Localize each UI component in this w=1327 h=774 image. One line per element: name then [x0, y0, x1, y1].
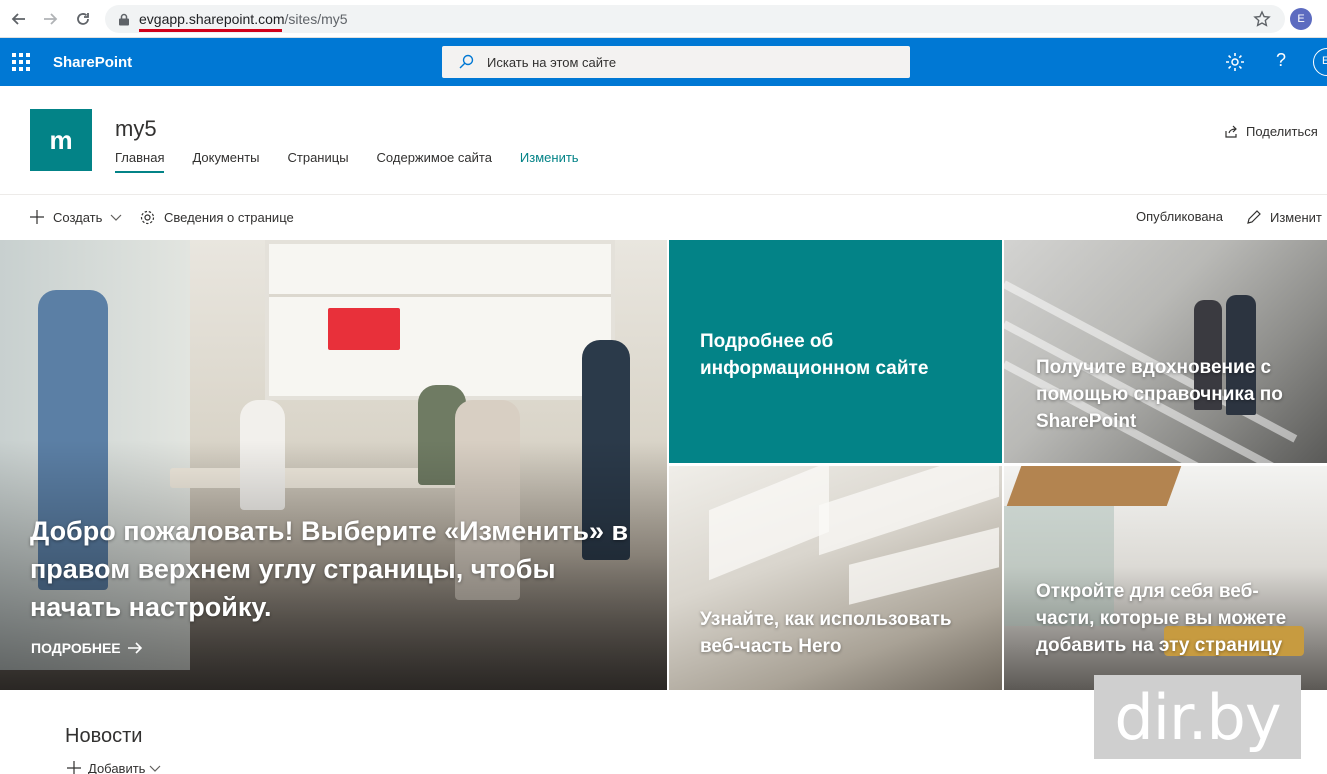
nav-item-pages[interactable]: Страницы — [288, 150, 349, 173]
news-add-button[interactable]: Добавить — [66, 760, 167, 774]
chevron-down-icon — [150, 765, 161, 772]
arrow-left-icon — [11, 13, 25, 25]
settings-gear-icon — [140, 210, 155, 225]
share-icon — [1225, 125, 1237, 138]
page-details-label: Сведения о странице — [164, 210, 294, 225]
nav-item-documents[interactable]: Документы — [192, 150, 259, 173]
hero-tile-caption: Получите вдохновение с помощью справочни… — [1036, 357, 1283, 432]
app-launcher-icon[interactable] — [12, 53, 30, 71]
bookmark-star-icon[interactable] — [1253, 10, 1271, 28]
hero-image-beam — [709, 466, 829, 581]
site-logo[interactable]: m — [30, 109, 92, 171]
command-bar: Создать Сведения о странице Опубликована… — [0, 195, 1327, 239]
pencil-icon — [1247, 210, 1261, 224]
page-details-button[interactable]: Сведения о странице — [139, 209, 294, 226]
app-name[interactable]: SharePoint — [53, 54, 132, 71]
url-path: /sites/my5 — [284, 11, 348, 27]
hero-learn-more-label: ПОДРОБНЕЕ — [31, 640, 121, 656]
hero-main-caption: Добро пожаловать! Выберите «Изменить» в … — [30, 516, 629, 622]
share-label: Поделиться — [1246, 124, 1318, 139]
nav-item-home[interactable]: Главная — [115, 150, 165, 173]
share-button[interactable]: Поделиться — [1224, 124, 1318, 139]
plus-icon — [30, 210, 44, 224]
hero-tile-inspiration[interactable]: Получите вдохновение с помощью справочни… — [1004, 240, 1327, 463]
nav-edit-link[interactable]: Изменить — [520, 150, 579, 173]
hero-learn-more-link[interactable]: ПОДРОБНЕЕ — [31, 640, 143, 656]
url-highlight-underline — [139, 29, 282, 32]
search-placeholder: Искать на этом сайте — [487, 55, 617, 70]
edit-page-button[interactable]: Изменит — [1246, 209, 1322, 225]
chevron-down-icon — [110, 214, 122, 221]
settings-gear-icon[interactable] — [1224, 51, 1246, 73]
site-navigation: Главная Документы Страницы Содержимое са… — [115, 150, 607, 173]
search-icon — [459, 54, 474, 69]
watermark-logo: dir.by — [1094, 675, 1301, 759]
hero-tile-caption: Откройте для себя веб-части, которые вы … — [1036, 581, 1287, 656]
edit-page-label: Изменит — [1270, 209, 1322, 225]
hero-image-window — [265, 240, 615, 400]
hero-image-lamp — [328, 308, 400, 350]
user-avatar[interactable]: E — [1313, 48, 1327, 76]
browser-profile-avatar[interactable]: E — [1290, 8, 1312, 30]
address-bar[interactable]: evgapp.sharepoint.com/sites/my5 — [105, 5, 1285, 33]
plus-icon — [67, 761, 81, 774]
hero-image-ceiling — [1006, 466, 1182, 506]
publish-status-label: Опубликована — [1136, 209, 1223, 224]
reload-icon — [77, 13, 89, 25]
arrow-right-icon — [44, 13, 58, 25]
nav-item-site-contents[interactable]: Содержимое сайта — [377, 150, 492, 173]
reload-button[interactable] — [73, 9, 93, 29]
suite-bar: SharePoint Искать на этом сайте ? E — [0, 38, 1327, 86]
site-title[interactable]: my5 — [115, 116, 157, 142]
hero-image-beam — [849, 527, 999, 605]
back-button[interactable] — [9, 9, 29, 29]
forward-button[interactable] — [40, 9, 60, 29]
news-add-label: Добавить — [88, 760, 146, 774]
arrow-right-icon — [127, 642, 142, 654]
hero-tile-webparts[interactable]: Откройте для себя веб-части, которые вы … — [1004, 466, 1327, 690]
new-button[interactable]: Создать — [29, 209, 130, 225]
browser-toolbar: evgapp.sharepoint.com/sites/my5 E — [0, 0, 1327, 38]
url-text: evgapp.sharepoint.com/sites/my5 — [139, 11, 348, 27]
site-search-input[interactable]: Искать на этом сайте — [442, 46, 910, 78]
hero-tile-hero-webpart[interactable]: Узнайте, как использовать веб-часть Hero — [669, 466, 1002, 690]
publish-status: Опубликована — [1136, 209, 1223, 224]
help-icon[interactable]: ? — [1276, 50, 1286, 71]
hero-tile-caption: Узнайте, как использовать веб-часть Hero — [700, 609, 952, 657]
site-header: m my5 Главная Документы Страницы Содержи… — [0, 86, 1327, 195]
hero-tile-main[interactable]: Добро пожаловать! Выберите «Изменить» в … — [0, 240, 667, 690]
url-domain: evgapp.sharepoint.com — [139, 11, 285, 27]
hero-tile-caption: Подробнее об информационном сайте — [700, 331, 929, 379]
news-section-title: Новости — [65, 725, 143, 747]
lock-icon — [119, 13, 129, 26]
hero-webpart: Добро пожаловать! Выберите «Изменить» в … — [0, 240, 1327, 690]
hero-tile-info[interactable]: Подробнее об информационном сайте — [669, 240, 1002, 463]
page-root: evgapp.sharepoint.com/sites/my5 E ShareP… — [0, 0, 1327, 774]
new-label: Создать — [53, 209, 103, 225]
